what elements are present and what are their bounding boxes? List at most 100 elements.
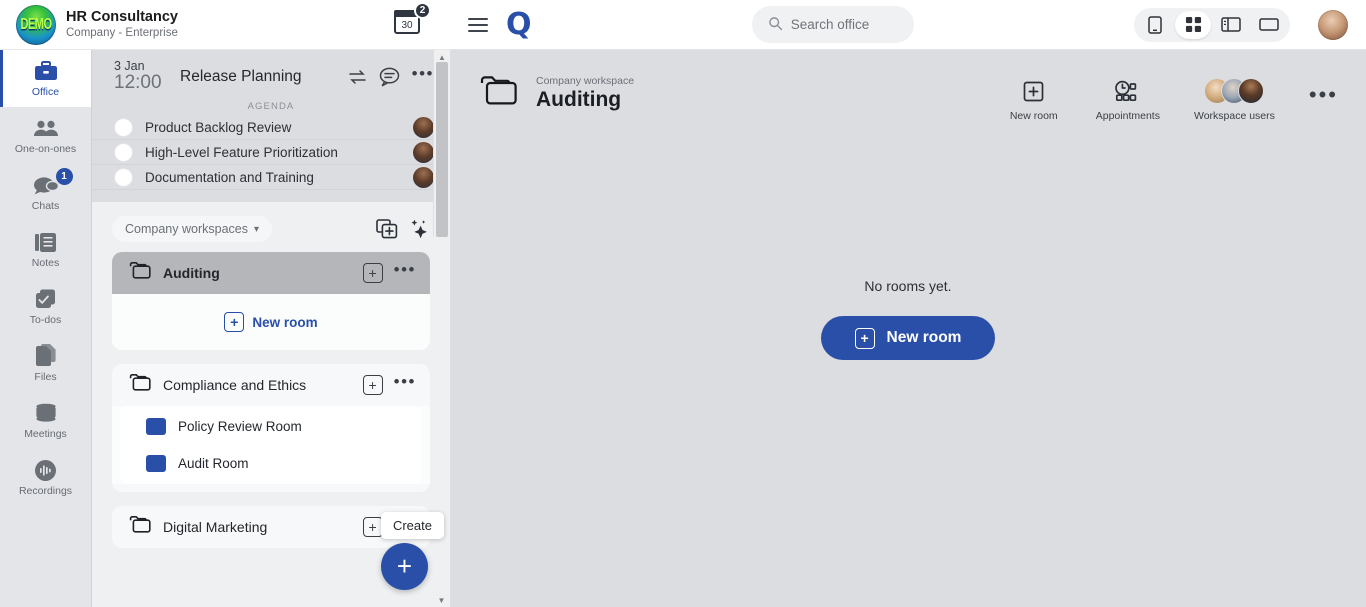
workspace-body: + New room [112,294,430,350]
workspace-filter-dropdown[interactable]: Company workspaces ▾ [112,216,272,242]
workspace-group-auditing[interactable]: Auditing + ••• + New room [112,252,430,350]
create-tooltip: Create [381,512,444,539]
scroll-down-icon[interactable]: ▼ [433,593,450,607]
workspace-folder-icon [128,515,152,539]
upcoming-meeting-card: 3 Jan 12:00 Release Planning [92,50,450,202]
sidebar-item-recordings[interactable]: Recordings [0,449,91,506]
room-item[interactable]: Audit Room [120,445,422,482]
sidebar-item-label: Recordings [19,485,72,497]
workspace-hero: Company workspace Auditing [478,74,634,113]
calendar-button[interactable]: 30 2 [386,0,450,50]
new-room-action[interactable]: New room [1006,78,1062,122]
sidebar-item-one-on-ones[interactable]: One-on-ones [0,107,91,164]
add-room-icon[interactable]: + [363,263,383,283]
sidebar-item-label: Files [34,371,56,383]
meeting-header: 3 Jan 12:00 Release Planning [92,60,450,93]
top-row: DEMO HR Consultancy Company - Enterprise… [0,0,1366,50]
workspace-name: Compliance and Ethics [163,377,352,393]
workspace-content: Company workspace Auditing [450,50,1366,607]
briefcase-icon [34,59,58,83]
view-wide-button[interactable] [1251,11,1287,39]
sidebar-item-label: Office [32,86,59,98]
company-logo-text: DEMO [16,5,56,45]
plus-box-icon [1021,78,1046,104]
add-workspace-icon[interactable] [376,219,398,239]
workspace-more-icon[interactable]: ••• [394,266,416,280]
meeting-datetime: 3 Jan 12:00 [114,60,168,93]
recordings-icon [34,458,57,482]
agenda-checkbox[interactable] [114,168,133,187]
agenda-item-label: Product Backlog Review [145,120,401,135]
new-room-button[interactable]: + New room [821,316,996,360]
sparkles-icon[interactable] [408,218,430,240]
view-mode-switch [1134,8,1290,42]
workspace-kicker: Company workspace [536,75,634,87]
agenda-item[interactable]: High-Level Feature Prioritization [92,140,450,165]
agenda-scrollbar[interactable]: ▲ [433,50,450,237]
new-room-button-label: New room [887,329,962,347]
plus-box-icon: + [855,328,875,349]
action-label: New room [1010,110,1058,122]
appointments-action[interactable]: Appointments [1096,78,1160,122]
agenda-checkbox[interactable] [114,118,133,137]
workspace-header[interactable]: Auditing + ••• [112,252,430,294]
add-room-icon[interactable]: + [363,375,383,395]
new-room-inline-button[interactable]: + New room [112,294,430,350]
view-grid-button[interactable] [1175,11,1211,39]
search-wrap: Search office [546,6,1120,43]
body-row: Office One-on-ones [0,50,1366,607]
agenda-assignee-avatar [413,142,434,163]
hamburger-icon[interactable] [468,18,488,32]
sidebar-item-chats[interactable]: 1 Chats [0,164,91,221]
sidebar-item-office[interactable]: Office [0,50,91,107]
workspace-users-action[interactable]: Workspace users [1194,78,1275,122]
agenda-item[interactable]: Product Backlog Review [92,115,450,140]
main-toolbar: Q Search office [450,0,1366,50]
chevron-down-icon: ▾ [254,224,259,235]
workspace-header[interactable]: Compliance and Ethics + ••• [112,364,430,406]
avatar[interactable] [1318,10,1348,40]
view-split-button[interactable] [1213,11,1249,39]
app-root: DEMO HR Consultancy Company - Enterprise… [0,0,1366,607]
sidebar-item-label: Chats [32,200,59,212]
comment-icon[interactable] [379,67,400,87]
agenda-item-label: High-Level Feature Prioritization [145,145,401,160]
empty-message: No rooms yet. [864,278,951,294]
primary-nav-rail: Office One-on-ones [0,50,92,607]
chats-badge: 1 [56,168,73,185]
workspace-more-icon[interactable]: ••• [394,378,416,392]
more-options-icon[interactable]: ••• [412,70,434,84]
sidebar-item-label: Notes [32,257,59,269]
sidebar-item-notes[interactable]: Notes [0,221,91,278]
header-actions: New room [1006,74,1338,122]
room-item[interactable]: Policy Review Room [120,408,422,445]
search-placeholder: Search office [791,17,870,32]
brand-bar: DEMO HR Consultancy Company - Enterprise [0,0,386,50]
calendar-badge: 2 [414,2,431,19]
add-room-icon[interactable]: + [363,517,383,537]
scrollbar-thumb[interactable] [436,62,448,237]
room-color-chip [146,418,166,435]
agenda-checkbox[interactable] [114,143,133,162]
search-input[interactable]: Search office [752,6,914,43]
company-plan: Company - Enterprise [66,27,178,40]
meeting-time: 12:00 [114,73,168,93]
sidebar-item-files[interactable]: Files [0,335,91,392]
create-fab-button[interactable]: + [381,543,428,590]
workspace-name: Digital Marketing [163,519,352,535]
new-room-inline-label: New room [252,315,317,330]
agenda-item[interactable]: Documentation and Training [92,165,450,190]
workspaces-scrollbar[interactable]: ▼ [433,237,450,607]
content-more-icon[interactable]: ••• [1309,78,1338,108]
workspace-group-compliance-and-ethics[interactable]: Compliance and Ethics + ••• Policy Revie… [112,364,430,492]
workspaces-panel: 3 Jan 12:00 Release Planning [92,50,450,607]
sidebar-item-to-dos[interactable]: To-dos [0,278,91,335]
swap-icon[interactable] [348,69,367,85]
view-mobile-button[interactable] [1137,11,1173,39]
company-name: HR Consultancy [66,9,178,26]
avatar [1238,78,1264,104]
sidebar-item-meetings[interactable]: Meetings [0,392,91,449]
app-logo[interactable]: Q [506,10,532,40]
agenda-assignee-avatar [413,167,434,188]
sidebar-item-label: One-on-ones [15,143,76,155]
